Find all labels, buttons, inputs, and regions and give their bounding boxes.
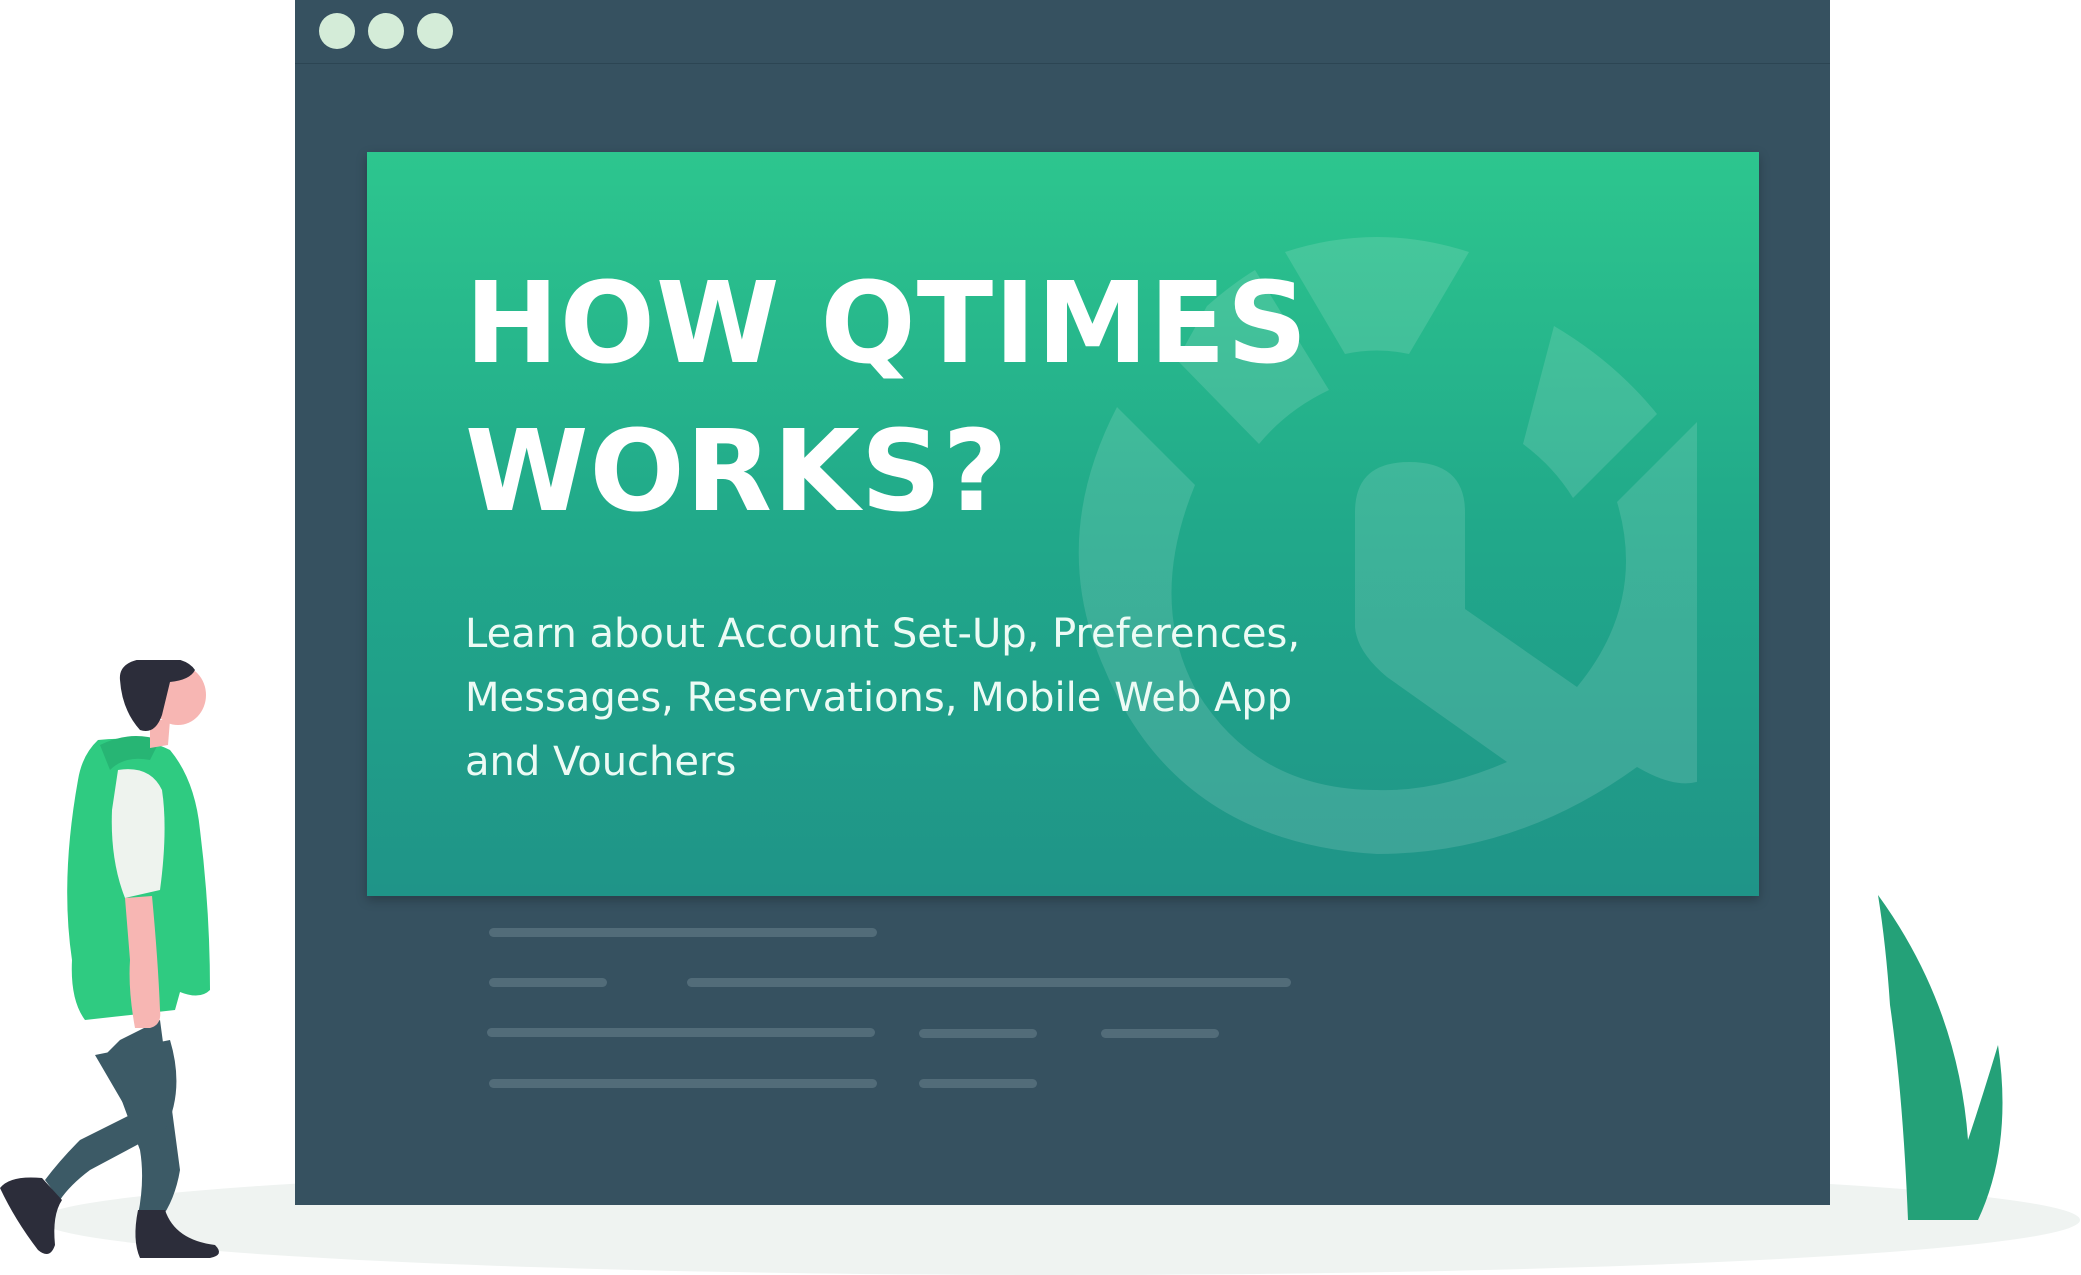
placeholder-text-line [487, 1028, 875, 1037]
window-titlebar [295, 0, 1830, 64]
hero-subtitle: Learn about Account Set-Up, Preferences,… [465, 602, 1345, 794]
title-line: WORKS? [465, 407, 1009, 537]
window-dot-maximize[interactable] [417, 13, 453, 49]
page-title: HOW QTIMES WORKS? [465, 250, 1365, 546]
placeholder-text-line [489, 1079, 877, 1088]
grass-illustration [1878, 895, 2003, 1220]
subtitle-line: and Vouchers [465, 739, 737, 785]
title-line: HOW QTIMES [465, 259, 1309, 389]
placeholder-text-line [489, 928, 877, 937]
subtitle-line: Learn about Account Set-Up, Preferences, [465, 611, 1301, 657]
window-dot-close[interactable] [319, 13, 355, 49]
placeholder-text-line [1101, 1029, 1219, 1038]
window-dot-minimize[interactable] [368, 13, 404, 49]
placeholder-text-line [687, 978, 1291, 987]
placeholder-text-line [919, 1029, 1037, 1038]
browser-window: HOW QTIMES WORKS? Learn about Account Se… [295, 0, 1830, 1205]
placeholder-text-line [489, 978, 607, 987]
person-illustration [0, 660, 219, 1258]
subtitle-line: Messages, Reservations, Mobile Web App [465, 675, 1293, 721]
placeholder-text-line [919, 1079, 1037, 1088]
hero-banner: HOW QTIMES WORKS? Learn about Account Se… [367, 152, 1759, 896]
